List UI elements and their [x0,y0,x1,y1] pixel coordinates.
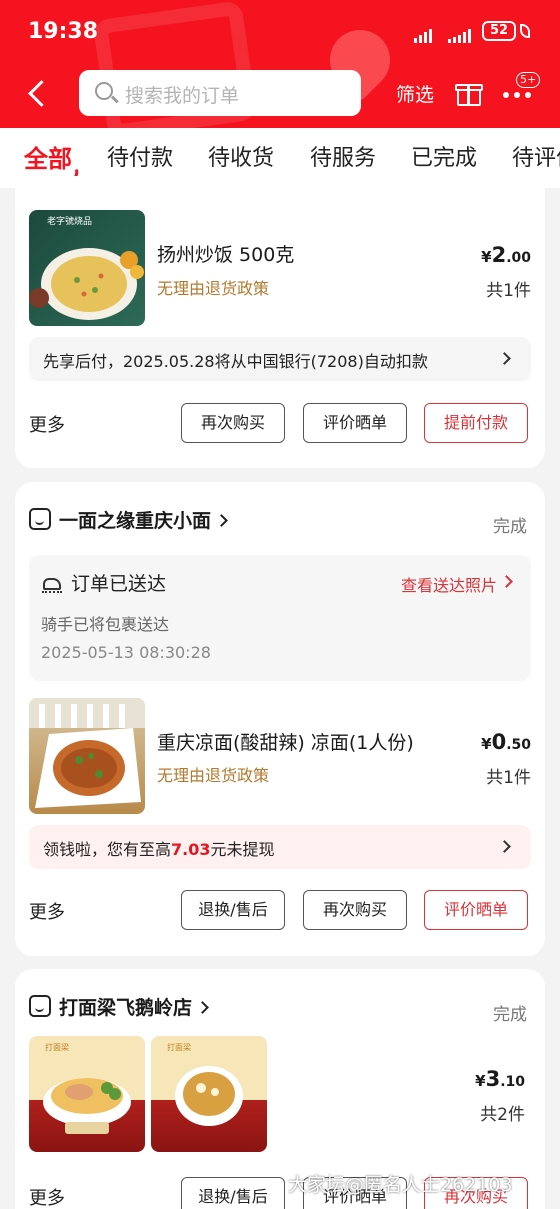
tab-all[interactable]: 全部 [24,139,72,174]
shop-icon [29,995,51,1017]
return-policy: 无理由退货政策 [157,279,270,298]
product-image[interactable]: 老字號烧品 [29,210,145,326]
header: 19:38 52 搜索我的订单 筛选 5+ [0,0,560,128]
battery-icon: 52 [482,21,516,41]
delivery-subtitle: 骑手已将包裹送达 [41,615,170,634]
return-after-sales-button[interactable]: 退换/售后 [181,890,285,930]
product-name[interactable]: 扬州炒饭 500克 [157,240,294,267]
chevron-right-icon [196,1001,209,1014]
cash-reward-bar[interactable]: 领钱啦，您有至高7.03元未提现 [29,825,531,869]
product-name[interactable]: 重庆凉面(酸甜辣) 凉面(1人份) [157,728,414,755]
status-time: 19:38 [28,19,99,44]
delivery-rider-icon [41,575,63,593]
return-policy: 无理由退货政策 [157,766,270,785]
tab-pending-service[interactable]: 待服务 [310,140,376,172]
delivery-time: 2025-05-13 08:30:28 [41,643,211,662]
tab-pending-review[interactable]: 待评价 [512,140,560,172]
product-image[interactable]: 打面梁 [151,1036,267,1152]
signal-icon [414,24,434,43]
buy-again-button[interactable]: 再次购买 [303,890,407,930]
more-link[interactable]: 更多 [29,1184,65,1209]
chevron-right-icon [215,514,228,527]
gift-icon[interactable] [455,80,483,106]
buy-again-button[interactable]: 再次购买 [181,403,285,443]
search-input[interactable]: 搜索我的订单 [79,70,361,116]
product-image-caption: 打面梁 [167,1043,191,1052]
watermark: 大家坛@匿名人士262103 [288,1174,513,1196]
cash-reward-text: 领钱啦，您有至高7.03元未提现 [43,840,275,859]
product-price: ¥0.50 [481,730,531,754]
product-image-caption: 打面梁 [45,1043,69,1052]
chevron-right-icon [500,575,513,588]
chevron-right-icon [498,352,511,365]
order-status: 完成 [493,1005,527,1025]
status-bar: 19:38 52 [0,0,560,62]
back-icon[interactable] [22,74,52,114]
more-link[interactable]: 更多 [29,411,65,437]
delivery-status-box[interactable]: 订单已送达 查看送达照片 骑手已将包裹送达 2025-05-13 08:30:2… [29,555,531,681]
product-price: ¥2.00 [481,243,531,267]
delivery-title: 订单已送达 [71,573,167,595]
order-card: 一面之缘重庆小面 完成 订单已送达 查看送达照片 骑手已将包裹送达 2025-0… [15,482,545,956]
search-icon [95,82,113,100]
tab-pending-receipt[interactable]: 待收货 [208,140,274,172]
order-card: 老字號烧品 扬州炒饭 500克 无理由退货政策 ¥2.00 共1件 先享后付，2… [15,176,545,468]
tab-completed[interactable]: 已完成 [411,140,477,172]
eco-leaf-icon [520,24,530,38]
product-quantity: 共1件 [486,281,531,301]
product-price: ¥3.10 [475,1067,525,1091]
product-image-caption: 老字號烧品 [47,217,93,227]
more-link[interactable]: 更多 [29,898,65,924]
signal-icon [448,24,473,43]
return-after-sales-button[interactable]: 退换/售后 [181,1177,285,1209]
shop-icon [29,508,51,530]
order-status: 完成 [493,517,527,537]
tab-pending-payment[interactable]: 待付款 [107,140,173,172]
review-button[interactable]: 评价晒单 [303,403,407,443]
search-placeholder: 搜索我的订单 [125,85,240,107]
more-icon[interactable]: 5+ [503,72,541,112]
more-badge: 5+ [516,72,541,88]
product-quantity: 共1件 [486,768,531,788]
filter-button[interactable]: 筛选 [396,80,434,107]
view-delivery-photo-link[interactable]: 查看送达照片 [401,572,497,596]
pay-later-bar[interactable]: 先享后付，2025.05.28将从中国银行(7208)自动扣款 [29,337,531,381]
product-image[interactable]: 打面梁 [29,1036,145,1152]
chevron-right-icon [498,840,511,853]
product-image[interactable] [29,698,145,814]
pay-later-text: 先享后付，2025.05.28将从中国银行(7208)自动扣款 [43,352,428,371]
shop-name[interactable]: 一面之缘重庆小面 [59,506,228,533]
pay-early-button[interactable]: 提前付款 [424,403,528,443]
nav-bar: 搜索我的订单 筛选 5+ [0,62,560,128]
shop-name[interactable]: 打面梁飞鹅岭店 [59,993,209,1020]
product-quantity: 共2件 [480,1105,525,1125]
review-button[interactable]: 评价晒单 [424,890,528,930]
